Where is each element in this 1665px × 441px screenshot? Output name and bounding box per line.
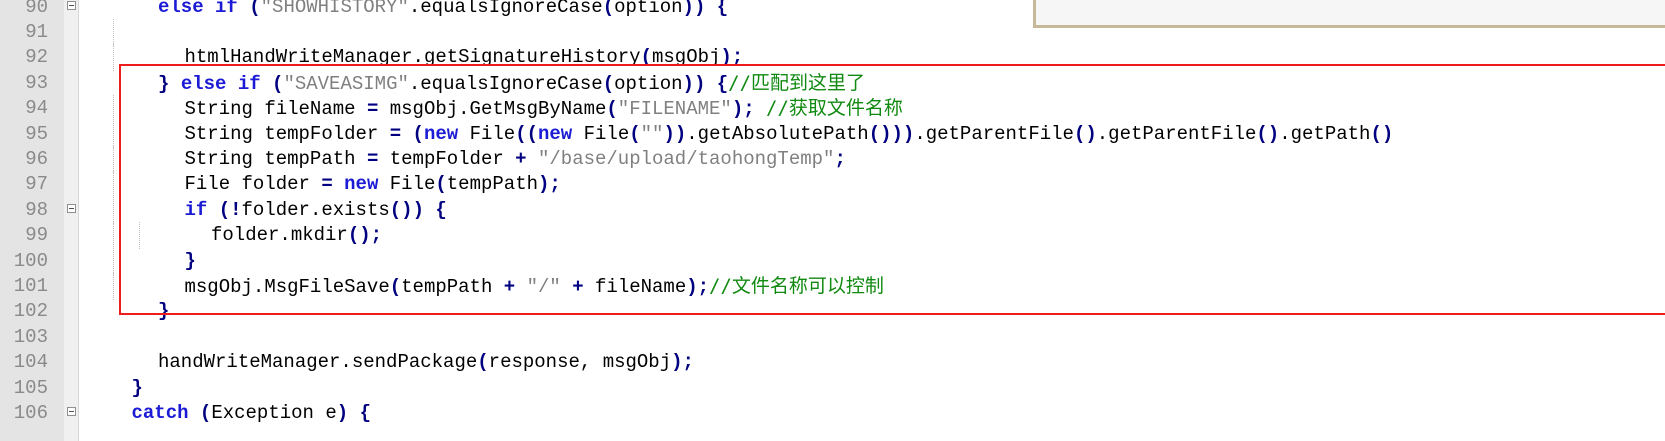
code-token-op: )): [682, 0, 706, 18]
code-text: else if ("SHOWHISTORY".equalsIgnoreCase(…: [158, 0, 728, 21]
line-number: 104: [13, 351, 48, 374]
code-token-op: }: [131, 376, 143, 399]
indent-guide: [112, 196, 114, 224]
code-token-plain: handWriteManager.sendPackage: [158, 351, 478, 374]
line-number: 92: [25, 46, 48, 69]
line-number: 95: [25, 122, 48, 145]
code-editor[interactable]: 90 else if ("SHOWHISTORY".equalsIgnoreCas…: [0, 0, 1665, 441]
line-number: 105: [13, 376, 48, 399]
code-token-op: (: [199, 401, 212, 424]
code-token-plain: response, msgObj: [488, 351, 672, 374]
line-number: 99: [25, 224, 48, 247]
indent-guide: [112, 171, 114, 199]
code-token-op: (: [249, 0, 261, 18]
indent-guide: [112, 120, 114, 148]
indent-guide: [112, 44, 114, 72]
code-token-op: (: [477, 351, 489, 374]
line-number: 93: [25, 71, 48, 94]
line-number: 100: [13, 249, 48, 272]
indent-guide: [112, 222, 114, 250]
line-number: 90: [25, 0, 48, 18]
code-line[interactable]: 103: [0, 324, 1665, 351]
code-token-op: {: [359, 401, 371, 424]
indent-guide: [112, 272, 114, 300]
line-number: 101: [13, 274, 48, 297]
line-number: 94: [25, 97, 48, 120]
fold-toggle-icon[interactable]: [67, 203, 76, 213]
indent-guide: [112, 18, 114, 46]
code-line[interactable]: 106 catch (Exception e) {: [0, 400, 1665, 427]
fold-toggle-icon[interactable]: [67, 406, 76, 416]
line-number: 97: [25, 173, 48, 196]
code-token-plain: option: [614, 0, 683, 18]
code-text: }: [132, 375, 143, 402]
code-line[interactable]: 104 handWriteManager.sendPackage(response…: [0, 349, 1665, 376]
line-number: 103: [13, 325, 48, 348]
code-token-op: (: [602, 0, 615, 18]
line-number: 106: [13, 401, 48, 424]
indent-guide: [112, 95, 114, 123]
code-token-op: ): [336, 401, 349, 424]
code-token-plain: Exception e: [211, 401, 337, 424]
code-text: handWriteManager.sendPackage(response, m…: [158, 349, 694, 376]
code-token-str: "SHOWHISTORY": [260, 0, 409, 18]
code-token-op: );: [671, 351, 694, 374]
indent-guide: [112, 247, 114, 275]
indent-guide: [112, 145, 114, 173]
line-number: 102: [13, 300, 48, 323]
code-token-kw: else if: [158, 0, 238, 18]
line-number: 98: [25, 198, 48, 221]
overlay-window-edge: [1033, 0, 1665, 28]
code-token-kw: catch: [131, 401, 189, 424]
line-number: 91: [25, 20, 48, 43]
code-token-op: {: [716, 0, 729, 18]
code-text: catch (Exception e) {: [132, 400, 371, 427]
code-token-plain: .equalsIgnoreCase: [408, 0, 603, 18]
annotation-highlight-box: [119, 64, 1665, 315]
fold-toggle-icon[interactable]: [67, 0, 76, 10]
line-number: 96: [25, 147, 48, 170]
code-line[interactable]: 105}: [0, 375, 1665, 402]
